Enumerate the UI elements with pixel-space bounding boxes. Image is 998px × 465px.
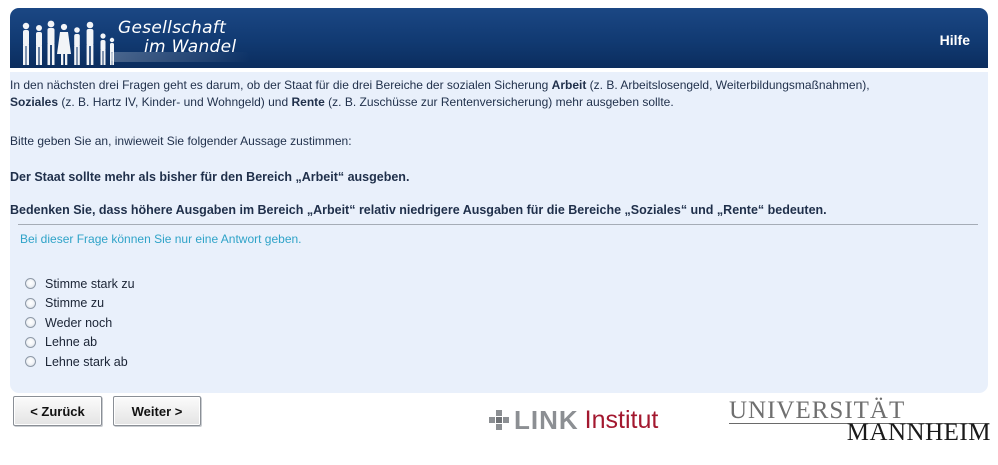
logo-line1: Gesellschaft bbox=[118, 18, 227, 38]
option-label: Lehne ab bbox=[45, 335, 98, 350]
link-institut-logo: LINK Institut bbox=[488, 405, 658, 435]
answer-options: Stimme stark zu Stimme zu Weder noch Leh… bbox=[25, 274, 135, 372]
people-silhouettes-icon bbox=[22, 20, 115, 65]
logo-line2: im Wandel bbox=[144, 37, 237, 57]
question-note: Bedenken Sie, dass höhere Ausgaben im Be… bbox=[10, 203, 827, 217]
link-word: LINK bbox=[514, 405, 579, 435]
intro-text: (z. B. Zuschüsse zur Rentenversicherung)… bbox=[324, 95, 674, 109]
intro-arbeit: Arbeit bbox=[551, 78, 587, 92]
intro-text: (z. B. Arbeitslosengeld, Weiterbildungsm… bbox=[586, 78, 870, 92]
intro-text: (z. B. Hartz IV, Kinder- und Wohngeld) u… bbox=[58, 95, 292, 109]
question-intro: In den nächsten drei Fragen geht es daru… bbox=[10, 77, 968, 111]
header-divider bbox=[10, 68, 988, 72]
option-stimme-zu[interactable]: Stimme zu bbox=[25, 294, 135, 314]
link-cross-icon bbox=[489, 410, 509, 430]
back-button[interactable]: < Zurück bbox=[13, 396, 102, 426]
university-logo: UNIVERSITÄT MANNHEIM bbox=[729, 398, 991, 446]
radio-button[interactable] bbox=[25, 278, 36, 290]
radio-button[interactable] bbox=[25, 317, 36, 329]
help-link[interactable]: Hilfe bbox=[940, 32, 970, 48]
logo-text: Gesellschaft im Wandel bbox=[118, 19, 258, 57]
question-divider bbox=[18, 224, 978, 225]
intro-rente: Rente bbox=[291, 95, 325, 109]
question-statement: Der Staat sollte mehr als bisher für den… bbox=[10, 170, 410, 184]
university-line2: MANNHEIM bbox=[846, 419, 991, 446]
question-instruction: Bitte geben Sie an, inwieweit Sie folgen… bbox=[10, 134, 352, 148]
institut-word: Institut bbox=[584, 406, 659, 434]
survey-panel: Gesellschaft im Wandel Hilfe Bei dieser … bbox=[10, 8, 988, 393]
option-lehne-ab[interactable]: Lehne ab bbox=[25, 333, 135, 353]
option-label: Lehne stark ab bbox=[45, 354, 128, 369]
option-stimme-stark-zu[interactable]: Stimme stark zu bbox=[25, 274, 135, 294]
next-button[interactable]: Weiter > bbox=[113, 396, 201, 426]
radio-button[interactable] bbox=[25, 336, 36, 348]
option-label: Stimme stark zu bbox=[45, 276, 135, 291]
intro-text: In den nächsten drei Fragen geht es daru… bbox=[10, 78, 552, 92]
intro-soziales: Soziales bbox=[10, 95, 59, 109]
option-label: Weder noch bbox=[45, 315, 113, 330]
option-weder-noch[interactable]: Weder noch bbox=[25, 313, 135, 333]
question-content: In den nächsten drei Fragen geht es daru… bbox=[10, 77, 968, 217]
header-bar: Gesellschaft im Wandel Hilfe bbox=[10, 8, 988, 68]
answer-hint: Bei dieser Frage können Sie nur eine Ant… bbox=[20, 232, 302, 246]
option-lehne-stark-ab[interactable]: Lehne stark ab bbox=[25, 352, 135, 372]
radio-button[interactable] bbox=[25, 297, 36, 309]
radio-button[interactable] bbox=[25, 356, 36, 368]
option-label: Stimme zu bbox=[45, 296, 105, 311]
